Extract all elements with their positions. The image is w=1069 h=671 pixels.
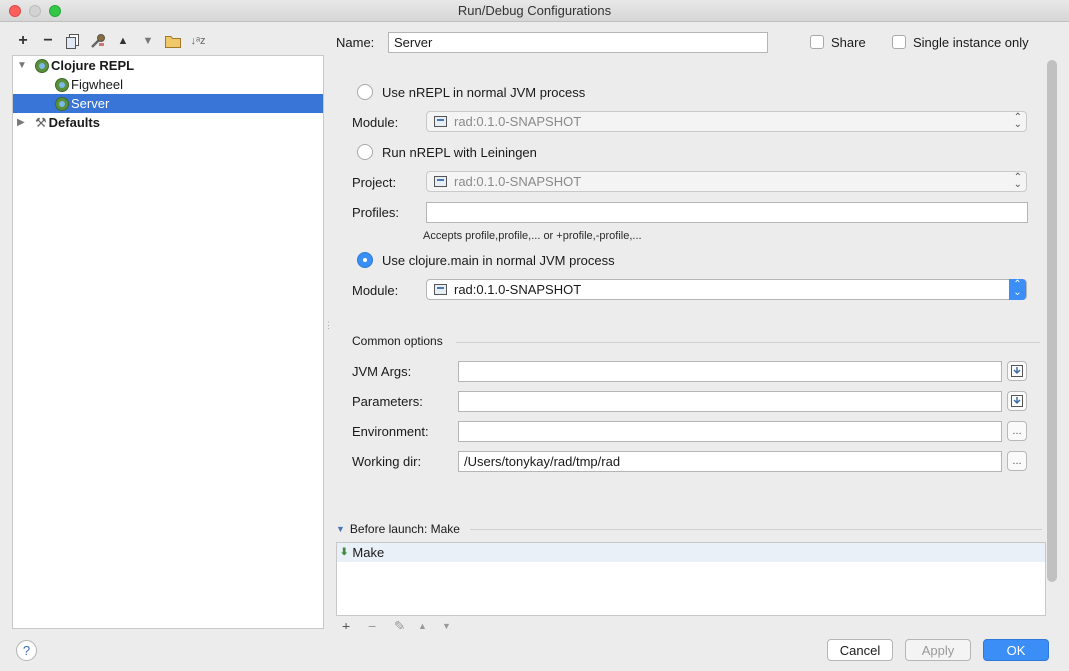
- jvm-args-field[interactable]: [458, 361, 1002, 382]
- module-select[interactable]: rad:0.1.0-SNAPSHOT ⌃ ⌄: [426, 279, 1027, 300]
- share-label[interactable]: Share: [831, 35, 866, 50]
- updown-arrows-icon[interactable]: ⌃ ⌄: [1009, 279, 1026, 300]
- configuration-tree[interactable]: ▼ Clojure REPL Figwheel Server ▶ ⚒ Defau…: [12, 55, 324, 629]
- tree-group-defaults[interactable]: ▶ ⚒ Defaults: [13, 113, 323, 132]
- jvm-args-label: JVM Args:: [352, 364, 412, 379]
- copy-icon[interactable]: [62, 30, 84, 52]
- module-icon: [434, 116, 447, 127]
- module-value: rad:0.1.0-SNAPSHOT: [454, 114, 582, 129]
- project-label: Project:: [352, 175, 397, 190]
- before-launch-divider: [470, 529, 1042, 530]
- list-item-label: Make: [352, 545, 385, 560]
- splitter-handle[interactable]: ⋮: [324, 320, 333, 334]
- clojure-main-label[interactable]: Use clojure.main in normal JVM process: [382, 253, 615, 268]
- clojure-repl-icon: [55, 77, 69, 92]
- folder-icon[interactable]: [162, 30, 184, 52]
- move-down-icon[interactable]: ▼: [442, 617, 451, 629]
- name-field[interactable]: Server: [388, 32, 768, 53]
- module-select-disabled[interactable]: rad:0.1.0-SNAPSHOT ⌃ ⌄: [426, 111, 1027, 132]
- tree-group-label: Clojure REPL: [51, 58, 135, 73]
- updown-arrows-icon: ⌃ ⌄: [1013, 172, 1022, 190]
- single-instance-label[interactable]: Single instance only: [913, 35, 1029, 50]
- module-icon: [434, 284, 447, 295]
- profiles-label: Profiles:: [352, 205, 399, 220]
- clojure-repl-icon: [55, 96, 69, 111]
- move-up-icon[interactable]: ▲: [418, 617, 427, 629]
- module-value: rad:0.1.0-SNAPSHOT: [454, 282, 582, 297]
- parameters-field[interactable]: [458, 391, 1002, 412]
- working-dir-field[interactable]: /Users/tonykay/rad/tmp/rad: [458, 451, 1002, 472]
- share-checkbox[interactable]: [810, 35, 824, 49]
- environment-browse-button[interactable]: ...: [1007, 421, 1027, 441]
- list-item[interactable]: ⬇ Make: [337, 543, 1045, 562]
- vertical-scrollbar[interactable]: [1047, 60, 1057, 582]
- tree-group-clojure-repl[interactable]: ▼ Clojure REPL: [13, 56, 323, 75]
- nrepl-leiningen-radio[interactable]: [357, 144, 373, 160]
- before-launch-toolbar: + − ✎ ▲ ▼: [336, 617, 1046, 629]
- add-icon[interactable]: +: [342, 617, 350, 629]
- working-dir-browse-button[interactable]: ...: [1007, 451, 1027, 471]
- tree-item-label: Figwheel: [71, 77, 124, 92]
- before-launch-title: Before launch: Make: [349, 522, 460, 536]
- tree-item-label: Server: [71, 96, 110, 111]
- chevron-down-icon[interactable]: ▼: [17, 60, 27, 71]
- project-select-disabled[interactable]: rad:0.1.0-SNAPSHOT ⌃ ⌄: [426, 171, 1027, 192]
- common-options-divider: [456, 342, 1040, 343]
- apply-button[interactable]: Apply: [905, 639, 971, 661]
- expand-field-icon: [1011, 395, 1023, 407]
- remove-icon[interactable]: −: [37, 30, 59, 52]
- single-instance-checkbox[interactable]: [892, 35, 906, 49]
- project-value: rad:0.1.0-SNAPSHOT: [454, 174, 582, 189]
- chevron-right-icon[interactable]: ▶: [17, 117, 25, 128]
- module-label: Module:: [352, 115, 399, 130]
- chevron-down-icon[interactable]: ▼: [336, 524, 345, 534]
- profiles-field[interactable]: [426, 202, 1028, 223]
- help-button[interactable]: ?: [16, 640, 37, 661]
- common-options-header: Common options: [352, 334, 443, 348]
- remove-icon[interactable]: −: [368, 617, 376, 629]
- defaults-wrench-icon: ⚒: [35, 114, 47, 130]
- environment-field[interactable]: [458, 421, 1002, 442]
- nrepl-leiningen-label[interactable]: Run nREPL with Leiningen: [382, 145, 537, 160]
- clojure-main-radio[interactable]: [357, 252, 373, 268]
- before-launch-header[interactable]: ▼ Before launch: Make: [336, 522, 460, 536]
- clojure-repl-icon: [35, 58, 49, 73]
- environment-label: Environment:: [352, 424, 429, 439]
- window-title: Run/Debug Configurations: [457, 3, 612, 18]
- cancel-button[interactable]: Cancel: [827, 639, 893, 661]
- nrepl-jvm-radio[interactable]: [357, 84, 373, 100]
- edit-icon[interactable]: ✎: [394, 617, 406, 629]
- move-up-icon[interactable]: ▲: [112, 30, 134, 52]
- expand-jvm-args-button[interactable]: [1007, 361, 1027, 381]
- updown-arrows-icon: ⌃ ⌄: [1013, 112, 1022, 130]
- parameters-label: Parameters:: [352, 394, 423, 409]
- tree-item-server[interactable]: Server: [13, 94, 323, 113]
- before-launch-list[interactable]: ⬇ Make: [336, 542, 1046, 616]
- tree-item-figwheel[interactable]: Figwheel: [13, 75, 323, 94]
- ok-button[interactable]: OK: [983, 639, 1049, 661]
- wrench-icon[interactable]: [87, 30, 109, 52]
- expand-parameters-button[interactable]: [1007, 391, 1027, 411]
- move-down-icon[interactable]: ▼: [137, 30, 159, 52]
- nrepl-jvm-label[interactable]: Use nREPL in normal JVM process: [382, 85, 585, 100]
- profiles-hint: Accepts profile,profile,... or +profile,…: [423, 230, 642, 242]
- add-icon[interactable]: +: [12, 30, 34, 52]
- module-label: Module:: [352, 283, 399, 298]
- sort-icon[interactable]: ↓ᵃz: [187, 30, 209, 52]
- module-icon: [434, 176, 447, 187]
- working-dir-label: Working dir:: [352, 454, 422, 469]
- title-bar: Run/Debug Configurations: [0, 0, 1069, 22]
- expand-field-icon: [1011, 365, 1023, 377]
- make-icon: ⬇: [340, 547, 349, 558]
- tree-group-label: Defaults: [48, 115, 100, 130]
- name-label: Name:: [336, 35, 375, 50]
